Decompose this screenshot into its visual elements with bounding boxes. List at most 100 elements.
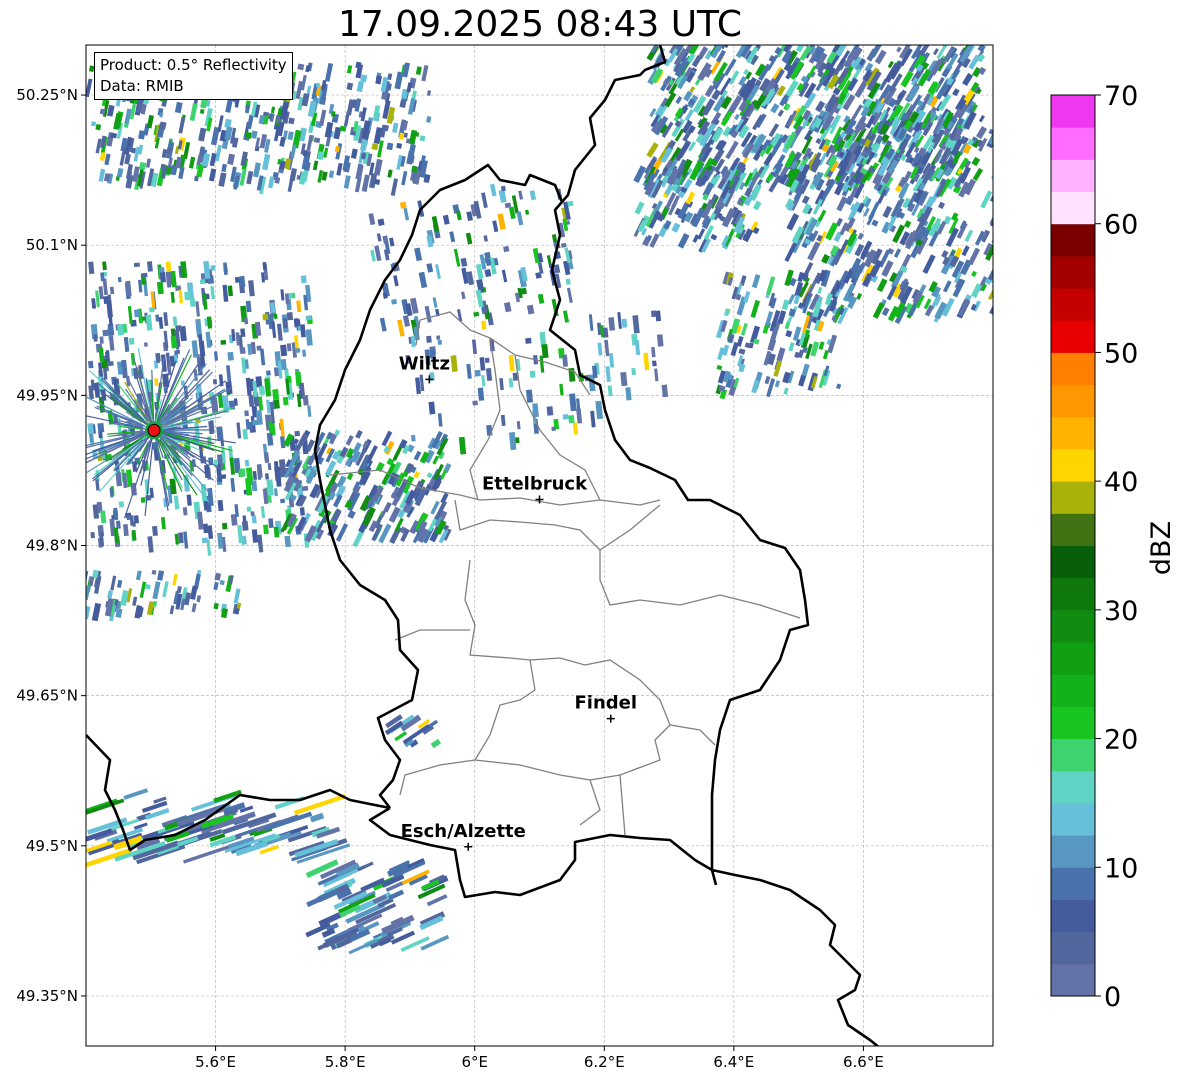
echo-cell (208, 420, 215, 435)
echo-cell (874, 49, 887, 65)
echo-cell (326, 431, 334, 440)
echo-cell (430, 738, 442, 749)
echo-cell (194, 175, 199, 182)
echo-cell (258, 385, 266, 396)
echo-cell (865, 114, 876, 129)
echo-cell (208, 457, 214, 466)
echo-cell (1005, 253, 1008, 258)
echo-cell (485, 368, 493, 382)
info-box: Product: 0.5° Reflectivity Data: RMIB (94, 52, 293, 100)
echo-cell (229, 457, 236, 475)
echo-cell (597, 342, 603, 356)
echo-cell (839, 130, 847, 139)
echo-cell (408, 77, 417, 89)
echo-cell (300, 74, 307, 91)
echo-cell (108, 335, 115, 351)
echo-cell (227, 351, 234, 361)
echo-cell (100, 272, 105, 282)
echo-cell (532, 247, 541, 264)
echo-cell (401, 170, 408, 186)
echo-cell (483, 235, 489, 242)
echo-cell (602, 327, 609, 338)
echo-cell (715, 49, 727, 63)
echo-cell (195, 318, 203, 338)
echo-cell (123, 788, 149, 800)
echo-cell (328, 491, 336, 501)
echo-cell (126, 469, 133, 487)
colorbar-segment (1051, 416, 1095, 450)
echo-cell (971, 156, 981, 167)
echo-cell (558, 347, 565, 359)
echo-cell (856, 292, 863, 300)
echo-cell (251, 515, 257, 524)
echo-cell (995, 214, 998, 220)
echo-cell (793, 294, 801, 305)
echo-cell (461, 291, 466, 300)
echo-cell (679, 186, 688, 194)
echo-cell (296, 300, 302, 313)
colorbar-segment (1051, 513, 1095, 546)
echo-cell (110, 575, 117, 591)
colorbar-tick-label: 30 (1104, 596, 1138, 627)
echo-cell (951, 212, 959, 221)
echo-cell (305, 329, 313, 346)
echo-cell (631, 367, 636, 376)
echo-cell (334, 429, 341, 436)
echo-cell (263, 115, 269, 125)
echo-cell (938, 201, 946, 210)
echo-cell (201, 153, 211, 167)
echo-cell (355, 429, 363, 439)
echo-cell (127, 305, 133, 325)
echo-cell (266, 479, 274, 496)
echo-cell (170, 328, 176, 338)
echo-cell (508, 378, 514, 388)
echo-cell (424, 305, 432, 323)
echo-cell (654, 368, 659, 382)
echo-cell (264, 452, 270, 463)
echo-cell (172, 316, 178, 326)
echo-cell (317, 151, 325, 160)
echo-cell (879, 123, 890, 135)
echo-cell (269, 401, 276, 410)
echo-cell (805, 343, 813, 360)
echo-cell (704, 49, 714, 60)
echo-cell (884, 106, 891, 114)
echo-cell (991, 174, 993, 180)
echo-cell (339, 125, 347, 132)
echo-cell (744, 187, 753, 198)
echo-cell (87, 360, 94, 369)
echo-cell (235, 332, 241, 346)
echo-cell (98, 431, 103, 439)
echo-cell (175, 325, 182, 332)
echo-cell (508, 432, 517, 451)
echo-cell (414, 131, 420, 137)
echo-cell (92, 504, 99, 519)
echo-cell (217, 392, 224, 409)
radar-site-marker (145, 421, 164, 440)
echo-cell (221, 446, 226, 464)
echo-cell (268, 113, 273, 120)
echo-cell (250, 341, 257, 355)
echo-cell (172, 573, 178, 586)
echo-cell (191, 340, 199, 358)
echo-cell (546, 406, 554, 416)
echo-cell (684, 109, 694, 122)
echo-cell (239, 347, 246, 355)
echo-cell (339, 446, 349, 459)
echo-cell (273, 367, 280, 377)
echo-cell (529, 190, 537, 201)
echo-cell (765, 276, 776, 296)
echo-cell (407, 98, 416, 115)
echo-cell (426, 894, 448, 907)
echo-cell (295, 516, 307, 533)
echo-cell (159, 121, 167, 131)
echo-cell (631, 333, 638, 346)
echo-cell (435, 263, 441, 280)
echo-cell (774, 380, 780, 388)
echo-cell (278, 459, 287, 478)
echo-cell (1005, 217, 1009, 226)
echo-cell (646, 142, 659, 158)
echo-cell (388, 889, 405, 901)
echo-cell (576, 408, 583, 424)
echo-cell (189, 102, 198, 122)
